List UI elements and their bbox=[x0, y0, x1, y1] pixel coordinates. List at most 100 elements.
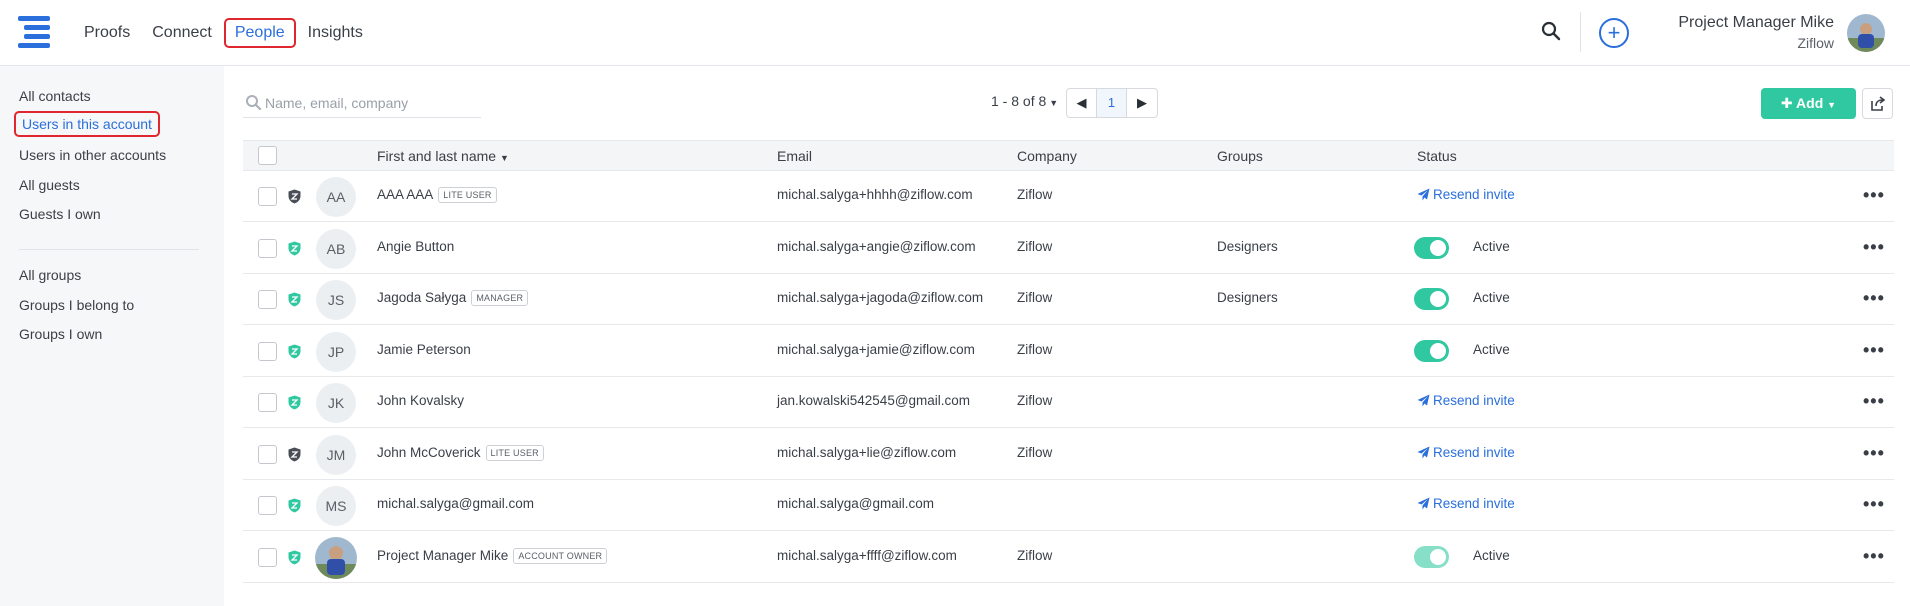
row-more-options-icon[interactable]: ••• bbox=[1863, 494, 1885, 515]
row-checkbox[interactable] bbox=[258, 239, 277, 258]
export-icon bbox=[1871, 96, 1886, 111]
sidebar-item-users-in-other-accounts[interactable]: Users in other accounts bbox=[19, 147, 166, 163]
shield-icon bbox=[288, 344, 301, 359]
company-cell: Ziflow bbox=[1017, 187, 1053, 202]
user-name-cell[interactable]: John Kovalsky bbox=[377, 393, 464, 408]
user-full-name: Jamie Peterson bbox=[377, 342, 471, 357]
previous-page-icon[interactable]: ◀ bbox=[1067, 89, 1097, 117]
row-checkbox[interactable] bbox=[258, 496, 277, 515]
nav-insights[interactable]: Insights bbox=[298, 20, 373, 46]
column-header-name[interactable]: First and last name ▼ bbox=[377, 148, 509, 164]
select-all-checkbox[interactable] bbox=[258, 146, 277, 165]
avatar-initials: JP bbox=[316, 332, 356, 372]
resend-invite-link[interactable]: Resend invite bbox=[1417, 445, 1515, 460]
caret-down-icon: ▼ bbox=[1049, 98, 1059, 108]
email-cell: michal.salyga+angie@ziflow.com bbox=[777, 239, 976, 254]
resend-invite-link[interactable]: Resend invite bbox=[1417, 496, 1515, 511]
row-checkbox[interactable] bbox=[258, 445, 277, 464]
resend-invite-label: Resend invite bbox=[1433, 445, 1515, 460]
row-checkbox[interactable] bbox=[258, 393, 277, 412]
nav-proofs[interactable]: Proofs bbox=[74, 20, 140, 46]
table-row[interactable]: Project Manager Mike ACCOUNT OWNER michal… bbox=[243, 532, 1894, 583]
row-more-options-icon[interactable]: ••• bbox=[1863, 443, 1885, 464]
sidebar-item-all-guests[interactable]: All guests bbox=[19, 177, 80, 193]
user-organization: Ziflow bbox=[1797, 35, 1834, 51]
status-toggle[interactable] bbox=[1414, 340, 1449, 362]
row-checkbox[interactable] bbox=[258, 548, 277, 567]
resend-invite-link[interactable]: Resend invite bbox=[1417, 187, 1515, 202]
status-toggle[interactable] bbox=[1414, 237, 1449, 259]
status-toggle[interactable] bbox=[1414, 288, 1449, 310]
row-checkbox[interactable] bbox=[258, 290, 277, 309]
shield-icon bbox=[288, 550, 301, 565]
top-bar: Proofs Connect People Insights + Project… bbox=[0, 0, 1910, 66]
user-name-cell[interactable]: AAA AAA LITE USER bbox=[377, 187, 497, 203]
row-more-options-icon[interactable]: ••• bbox=[1863, 340, 1885, 361]
email-cell: michal.salyga+jamie@ziflow.com bbox=[777, 342, 975, 357]
user-name-cell[interactable]: michal.salyga@gmail.com bbox=[377, 496, 534, 511]
row-more-options-icon[interactable]: ••• bbox=[1863, 288, 1885, 309]
resend-invite-label: Resend invite bbox=[1433, 393, 1515, 408]
role-badge: LITE USER bbox=[438, 187, 497, 203]
sidebar-divider bbox=[19, 249, 199, 250]
user-name-cell[interactable]: Jamie Peterson bbox=[377, 342, 471, 357]
avatar-initials: MS bbox=[316, 486, 356, 526]
search-input[interactable] bbox=[265, 92, 475, 114]
table-row[interactable]: JS Jagoda Sałyga MANAGER michal.salyga+ja… bbox=[243, 274, 1894, 325]
user-name-cell[interactable]: Project Manager Mike ACCOUNT OWNER bbox=[377, 548, 608, 564]
resend-invite-link[interactable]: Resend invite bbox=[1417, 393, 1515, 408]
sidebar-item-all-groups[interactable]: All groups bbox=[19, 267, 81, 283]
user-name-cell[interactable]: Jagoda Sałyga MANAGER bbox=[377, 290, 529, 306]
row-checkbox[interactable] bbox=[258, 342, 277, 361]
email-cell: michal.salyga+hhhh@ziflow.com bbox=[777, 187, 973, 202]
sort-caret-icon: ▼ bbox=[499, 153, 509, 163]
table-row[interactable]: MS michal.salyga@gmail.com michal.salyga… bbox=[243, 480, 1894, 531]
groups-cell: Designers bbox=[1217, 239, 1278, 254]
row-more-options-icon[interactable]: ••• bbox=[1863, 546, 1885, 567]
avatar-initials: AA bbox=[316, 177, 356, 217]
nav-connect[interactable]: Connect bbox=[142, 20, 222, 46]
user-name-cell[interactable]: Angie Button bbox=[377, 239, 454, 254]
people-search bbox=[243, 90, 481, 118]
user-name-cell[interactable]: John McCoverick LITE USER bbox=[377, 445, 544, 461]
search-icon bbox=[246, 95, 262, 111]
add-button[interactable]: ✚ Add ▼ bbox=[1761, 88, 1856, 119]
user-name[interactable]: Project Manager Mike bbox=[1678, 14, 1834, 32]
sidebar: All contacts Users in this account Users… bbox=[0, 66, 224, 606]
table-row[interactable]: AB Angie Button michal.salyga+angie@zifl… bbox=[243, 223, 1894, 274]
table-header: First and last name ▼ Email Company Grou… bbox=[243, 140, 1894, 171]
table-row[interactable]: AA AAA AAA LITE USER michal.salyga+hhhh@z… bbox=[243, 171, 1894, 222]
table-row[interactable]: JM John McCoverick LITE USER michal.salyg… bbox=[243, 429, 1894, 480]
create-plus-icon[interactable]: + bbox=[1599, 18, 1629, 48]
row-more-options-icon[interactable]: ••• bbox=[1863, 185, 1885, 206]
shield-icon bbox=[288, 498, 301, 513]
shield-icon bbox=[288, 189, 301, 204]
sidebar-item-groups-i-belong-to[interactable]: Groups I belong to bbox=[19, 297, 134, 313]
user-avatar[interactable] bbox=[1847, 14, 1885, 52]
avatar-initials: JK bbox=[316, 383, 356, 423]
sidebar-item-guests-i-own[interactable]: Guests I own bbox=[19, 206, 101, 222]
row-more-options-icon[interactable]: ••• bbox=[1863, 237, 1885, 258]
company-cell: Ziflow bbox=[1017, 548, 1053, 563]
paper-plane-icon bbox=[1417, 188, 1430, 201]
ziflow-logo-icon[interactable] bbox=[18, 16, 52, 48]
sidebar-item-groups-i-own[interactable]: Groups I own bbox=[19, 326, 102, 342]
sidebar-item-all-contacts[interactable]: All contacts bbox=[19, 88, 91, 104]
pagination-range-label: 1 - 8 of 8 bbox=[991, 93, 1047, 109]
nav-people[interactable]: People bbox=[223, 18, 296, 48]
main-nav: Proofs Connect People Insights bbox=[74, 0, 375, 66]
table-row[interactable]: JP Jamie Peterson michal.salyga+jamie@zi… bbox=[243, 326, 1894, 377]
export-button[interactable] bbox=[1862, 88, 1893, 119]
resend-invite-label: Resend invite bbox=[1433, 496, 1515, 511]
avatar-initials: JM bbox=[316, 435, 356, 475]
row-more-options-icon[interactable]: ••• bbox=[1863, 391, 1885, 412]
user-full-name: John Kovalsky bbox=[377, 393, 465, 408]
global-search-icon[interactable] bbox=[1540, 20, 1566, 46]
pagination-range[interactable]: 1 - 8 of 8 ▼ bbox=[991, 93, 1058, 109]
sidebar-item-users-in-this-account[interactable]: Users in this account bbox=[14, 111, 160, 137]
table-row[interactable]: JK John Kovalsky jan.kowalski542545@gmai… bbox=[243, 377, 1894, 428]
next-page-icon[interactable]: ▶ bbox=[1127, 89, 1157, 117]
column-header-groups: Groups bbox=[1217, 148, 1263, 164]
page-number-button[interactable]: 1 bbox=[1097, 89, 1127, 117]
row-checkbox[interactable] bbox=[258, 187, 277, 206]
